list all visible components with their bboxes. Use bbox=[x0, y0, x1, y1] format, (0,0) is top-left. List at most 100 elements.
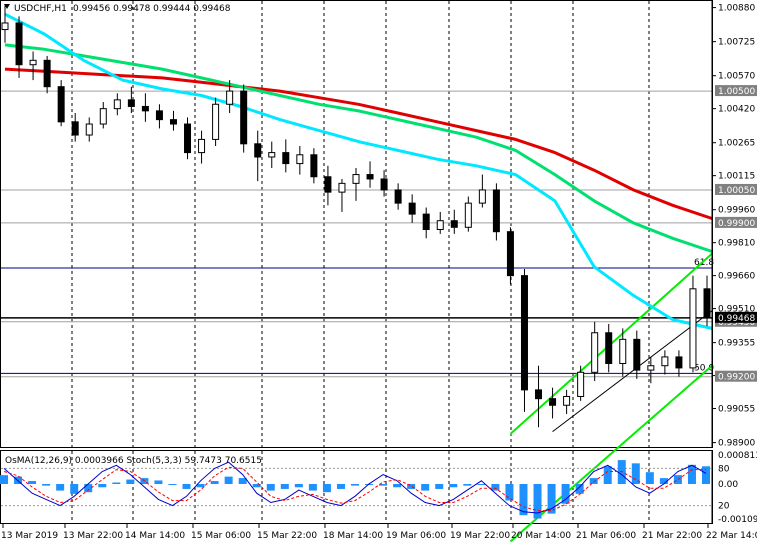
usdchf-chart[interactable]: 61.850.0 1.008801.007251.005701.004201.0… bbox=[0, 0, 757, 544]
candle-body-2 bbox=[29, 59, 37, 66]
oscillator-label: OsMA(12,26,9) 0.0003966 Stoch(5,3,3) 59.… bbox=[5, 456, 262, 466]
time-tick-label-1: 13 Mar 22:00 bbox=[63, 531, 123, 541]
candle-body-27 bbox=[380, 178, 388, 191]
price-tick-label-5: 1.00115 bbox=[718, 172, 755, 182]
level-tag-label-0: 1.00500 bbox=[718, 87, 755, 97]
candle-body-23 bbox=[324, 176, 332, 193]
osma-bar-11 bbox=[154, 480, 163, 484]
osma-bar-13 bbox=[182, 484, 191, 489]
candle-body-0 bbox=[1, 22, 9, 31]
candle-body-46 bbox=[647, 365, 655, 371]
candle-body-40 bbox=[563, 395, 571, 406]
candle-body-17 bbox=[240, 90, 248, 145]
osma-bar-7 bbox=[98, 484, 107, 488]
price-tick-label-3: 1.00420 bbox=[718, 105, 755, 115]
osma-bar-46 bbox=[645, 472, 654, 484]
candle-body-9 bbox=[127, 99, 135, 107]
osma-bar-2 bbox=[28, 481, 37, 484]
time-tick-label-9: 21 Mar 06:00 bbox=[576, 531, 636, 541]
osma-bar-43 bbox=[603, 466, 612, 484]
candle-body-7 bbox=[99, 108, 107, 125]
osma-bar-48 bbox=[673, 475, 682, 484]
time-tick-label-3: 15 Mar 06:00 bbox=[191, 531, 251, 541]
price-tick-label-12: 0.99055 bbox=[718, 405, 755, 415]
osma-bar-31 bbox=[435, 484, 444, 489]
candle-body-36 bbox=[506, 231, 514, 277]
osma-bar-8 bbox=[112, 482, 121, 484]
chart-ohlc: 0.99456 0.99478 0.99444 0.99468 bbox=[73, 4, 231, 14]
price-tick-label-10: 0.99355 bbox=[718, 339, 755, 349]
main-panel-frame bbox=[0, 0, 713, 448]
candle-body-16 bbox=[226, 90, 234, 105]
time-tick-label-0: 13 Mar 2019 bbox=[1, 531, 58, 541]
candle-body-49 bbox=[689, 288, 697, 369]
price-tick-label-6: 0.99960 bbox=[718, 206, 755, 216]
level-tag-label-2: 0.99900 bbox=[718, 219, 755, 229]
candle-body-1 bbox=[15, 22, 23, 66]
osma-bar-32 bbox=[449, 484, 458, 488]
candle-body-47 bbox=[661, 356, 669, 367]
candle-body-50 bbox=[703, 288, 711, 318]
candle-body-42 bbox=[591, 332, 599, 373]
osma-bar-36 bbox=[505, 484, 514, 501]
osma-bar-28 bbox=[393, 484, 402, 488]
time-tick-label-7: 19 Mar 22:00 bbox=[450, 531, 510, 541]
candle-body-38 bbox=[535, 389, 543, 400]
candle-body-33 bbox=[464, 202, 472, 228]
osma-bar-42 bbox=[589, 478, 598, 484]
osma-bar-22 bbox=[308, 484, 317, 491]
osma-bar-15 bbox=[210, 481, 219, 484]
osma-bar-25 bbox=[351, 484, 359, 486]
price-tick-label-8: 0.99660 bbox=[718, 272, 755, 282]
chart-symbol: USDCHF,H1 bbox=[14, 4, 67, 14]
osma-bar-19 bbox=[266, 484, 275, 491]
candle-body-5 bbox=[71, 121, 79, 136]
osma-bar-35 bbox=[491, 484, 500, 491]
time-tick-label-11: 22 Mar 14:00 bbox=[706, 531, 757, 541]
osma-bar-3 bbox=[42, 484, 51, 486]
osma-bar-23 bbox=[322, 484, 331, 493]
price-tick-label-4: 1.00265 bbox=[718, 139, 755, 149]
osma-bar-6 bbox=[84, 484, 93, 493]
candle-body-34 bbox=[478, 189, 486, 204]
time-tick-label-8: 20 Mar 14:00 bbox=[511, 531, 571, 541]
price-tick-label-13: 0.98900 bbox=[718, 439, 755, 449]
candle-body-15 bbox=[212, 103, 220, 140]
candle-body-44 bbox=[619, 338, 627, 365]
time-tick-label-6: 19 Mar 06:00 bbox=[386, 531, 446, 541]
time-tick-label-4: 15 Mar 22:00 bbox=[257, 531, 317, 541]
candle-body-19 bbox=[268, 152, 276, 158]
candle-body-3 bbox=[43, 59, 51, 88]
current-price-label: 0.99468 bbox=[718, 314, 755, 324]
candle-body-48 bbox=[675, 356, 683, 369]
candle-body-37 bbox=[520, 275, 528, 391]
osma-bar-24 bbox=[336, 484, 345, 489]
osc-tick-label-2: 0.00 bbox=[718, 480, 738, 490]
time-tick-label-5: 18 Mar 14:00 bbox=[323, 531, 383, 541]
osma-bar-30 bbox=[421, 484, 430, 491]
oscillator-axis: 0.00081338 80 0.00 20 -0.001095 bbox=[711, 451, 757, 525]
osma-bar-49 bbox=[687, 464, 696, 484]
candle-body-20 bbox=[282, 152, 290, 165]
candle-body-4 bbox=[57, 86, 65, 123]
candle-body-6 bbox=[85, 123, 93, 136]
candle-body-18 bbox=[254, 143, 262, 158]
candle-body-10 bbox=[141, 105, 149, 112]
candle-body-43 bbox=[605, 332, 613, 365]
osma-bar-4 bbox=[56, 484, 65, 491]
candle-body-39 bbox=[549, 398, 557, 406]
candle-body-28 bbox=[394, 189, 402, 204]
candle-body-35 bbox=[492, 189, 500, 233]
candle-body-26 bbox=[366, 174, 374, 180]
candle-body-32 bbox=[450, 220, 458, 228]
time-tick-label-2: 14 Mar 14:00 bbox=[125, 531, 185, 541]
candle-body-21 bbox=[296, 154, 304, 165]
level-tag-label-4: 0.99200 bbox=[718, 373, 755, 383]
price-tick-label-1: 1.00725 bbox=[718, 38, 755, 48]
candle-body-29 bbox=[408, 202, 416, 215]
candle-body-14 bbox=[198, 138, 206, 154]
osma-bar-34 bbox=[477, 484, 486, 485]
osc-tick-label-3: 20 bbox=[718, 502, 730, 512]
candle-body-25 bbox=[352, 174, 360, 184]
osma-bar-20 bbox=[280, 484, 289, 489]
